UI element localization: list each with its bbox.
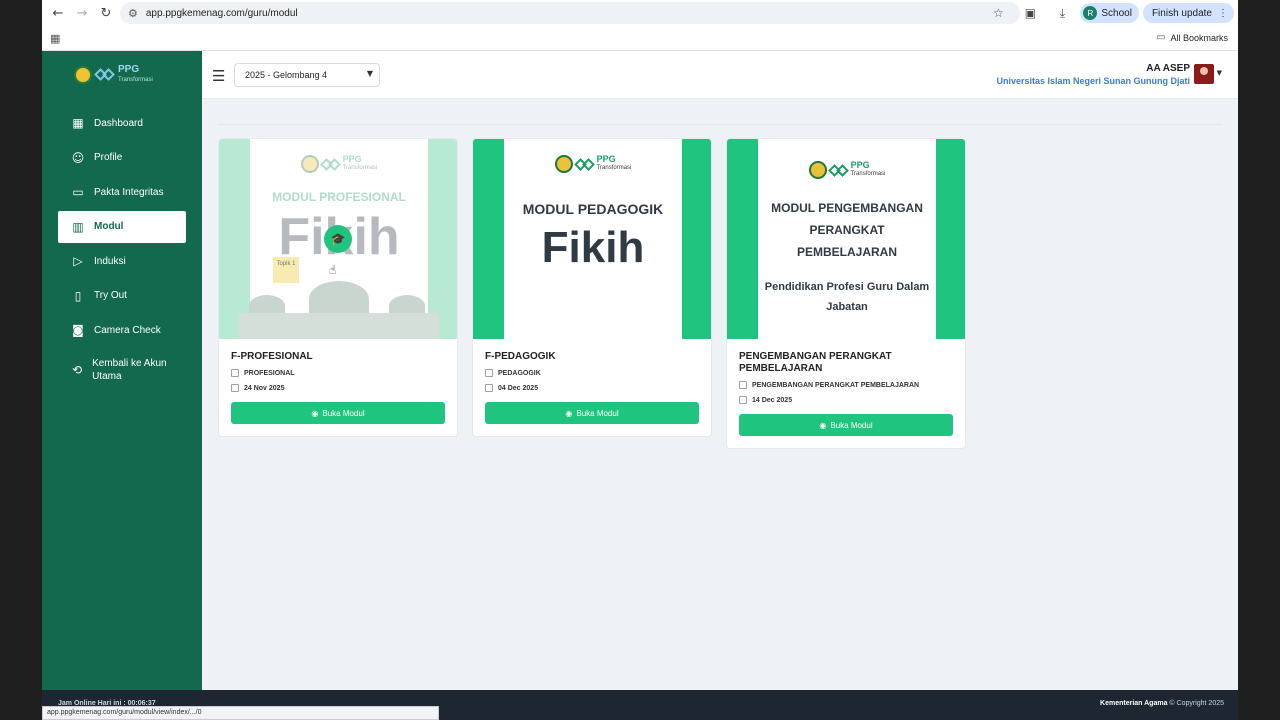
back-icon[interactable]: ← [46,1,70,25]
card-date: 14 Dec 2025 [739,396,953,404]
user-university: Universitas Islam Negeri Sunan Gunung Dj… [996,76,1190,86]
bookmarks-bar: ▦ ▭ All Bookmarks [42,26,1238,51]
cover-logo: PPG Transformasi [808,161,885,179]
finish-update-button[interactable]: Finish update ⋮ [1142,3,1234,23]
cover-logo: PPG Transformasi [554,155,631,173]
graduation-cap-icon: 🎓 [324,225,352,253]
logo-text: PPG Transformasi [118,64,153,84]
module-cover-pengembangan[interactable]: PPG Transformasi MODUL PENGEMBANGAN PERAN… [727,139,965,339]
sidebar-menu: ▦ Dashboard ☺ Profile ▭ Pakta Integritas… [58,107,186,393]
book-icon: ▥ [72,219,84,234]
calendar-icon [231,384,239,392]
calendar-icon [485,384,493,392]
profile-avatar: R [1083,6,1098,20]
caret-down-icon[interactable]: ▼ [1217,69,1222,77]
content-divider [218,124,1222,125]
eye-icon: ◉ [819,420,827,430]
cover-subtitle: Pendidikan Profesi Guru Dalam Jabatan [764,281,930,313]
module-cover-profesional[interactable]: PPGTransformasi MODUL PROFESIONAL Fikih … [219,139,457,339]
checkbox-icon [485,369,493,377]
address-bar[interactable]: ⚙ app.ppgkemenag.com/guru/modul [120,2,1020,24]
kemenag-emblem-icon [74,66,92,84]
card-title: F-PROFESIONAL [231,351,313,362]
user-avatar[interactable] [1194,64,1214,84]
buka-modul-button[interactable]: ◉ Buka Modul [485,402,699,424]
cover-title: MODUL PEDAGOGIK [522,201,664,217]
sidebar-item-pakta-integritas[interactable]: ▭ Pakta Integritas [58,176,186,208]
hand-cursor-icon: ☝ [329,263,337,277]
forward-icon[interactable]: → [70,1,94,25]
calendar-icon [739,396,747,404]
period-select[interactable]: 2025 - Gelombang 4 ▼ [234,63,380,87]
card-category: PENGEMBANGAN PERANGKAT PEMBELAJARAN [739,381,953,389]
period-select-value: 2025 - Gelombang 4 [245,70,328,80]
apps-grid-icon[interactable]: ▦ [50,32,60,45]
profile-label: School [1101,7,1132,19]
bookmark-star-icon[interactable]: ☆ [984,2,1012,24]
video-play-icon: ▷ [73,254,83,268]
browser-toolbar: ← → ↻ ⚙ app.ppgkemenag.com/guru/modul ☆ … [42,0,1238,26]
url-text: app.ppgkemenag.com/guru/modul [145,7,298,19]
top-header: ☰ 2025 - Gelombang 4 ▼ AA ASEP Universit… [202,51,1238,99]
folder-icon: ▭ [1156,32,1166,43]
eye-icon: ◉ [311,408,319,418]
user-icon: ☺ [71,150,85,165]
cover-logo: PPG Transformasi [300,155,377,173]
cover-title: MODUL PROFESIONAL [272,190,406,204]
sidebar-item-camera-check[interactable]: ◙ Camera Check [58,314,186,346]
document-icon: ▭ [72,185,84,199]
profile-button[interactable]: R School [1080,3,1139,23]
hamburger-menu-icon[interactable]: ☰ [212,67,225,85]
camera-icon: ◙ [72,323,84,337]
card-title: F-PEDAGOGIK [485,351,556,362]
buka-modul-button[interactable]: ◉ Buka Modul [739,414,953,436]
card-category: PROFESIONAL [231,369,445,377]
sidebar-item-induksi[interactable]: ▷ Induksi [58,245,186,277]
topic-tag: Topik 1 [273,257,299,283]
sidebar-item-kembali[interactable]: ⟲ Kembali ke Akun Utama [58,349,186,391]
download-icon[interactable]: ⤓ [1048,2,1076,24]
user-name: AA ASEP [1146,63,1190,74]
app-frame: ← → ↻ ⚙ app.ppgkemenag.com/guru/modul ☆ … [42,0,1238,720]
card-category: PEDAGOGIK [485,369,699,377]
ppg-logo[interactable]: PPG Transformasi [74,65,153,85]
finish-update-label: Finish update [1151,7,1212,19]
module-cover-pedagogik[interactable]: PPG Transformasi MODUL PEDAGOGIK Fikih [473,139,711,339]
card-date: 24 Nov 2025 [231,384,445,392]
checkbox-icon [739,381,747,389]
reload-icon[interactable]: ↻ [94,1,118,25]
all-bookmarks-label: All Bookmarks [1170,32,1228,43]
module-card-pedagogik: PPG Transformasi MODUL PEDAGOGIK Fikih F-… [472,138,712,437]
extensions-icon[interactable]: ▣ [1016,2,1044,24]
buka-modul-button[interactable]: ◉ Buka Modul [231,402,445,424]
browser-actions: ☆ ▣ ⤓ R School Finish update ⋮ [984,0,1238,26]
status-bar-url: app.ppgkemenag.com/guru/modul/view/index… [42,706,439,720]
user-info[interactable]: AA ASEP Universitas Islam Negeri Sunan G… [996,63,1190,86]
sidebar-item-try-out[interactable]: ▯ Try Out [58,280,186,312]
ppg-diamond-icon [94,68,115,82]
cover-title: MODUL PENGEMBANGAN PERANGKAT PEMBELAJARA… [771,201,923,259]
sidebar: PPG Transformasi ▦ Dashboard ☺ Profile ▭… [42,51,202,690]
module-card-profesional: PPGTransformasi MODUL PROFESIONAL Fikih … [218,138,458,437]
checkbox-icon [231,369,239,377]
all-bookmarks-button[interactable]: ▭ All Bookmarks [1156,32,1228,43]
dashboard-grid-icon: ▦ [72,116,84,130]
sidebar-item-modul[interactable]: ▥ Modul [58,210,186,243]
sidebar-item-profile[interactable]: ☺ Profile [58,142,186,174]
site-info-icon[interactable]: ⚙ [128,7,138,20]
switch-account-icon: ⟲ [72,362,83,377]
sidebar-item-dashboard[interactable]: ▦ Dashboard [58,107,186,139]
module-card-pengembangan: PPG Transformasi MODUL PENGEMBANGAN PERAN… [726,138,966,449]
clipboard-icon: ▯ [74,288,82,303]
chevron-down-icon: ▼ [366,69,373,78]
eye-icon: ◉ [565,408,573,418]
more-menu-icon: ⋮ [1218,7,1228,19]
footer-copyright: Kementerian Agama © Copyright 2025 [1100,700,1224,707]
card-date: 04 Dec 2025 [485,384,699,392]
card-title: PENGEMBANGAN PERANGKAT PEMBELAJARAN [739,351,892,374]
cover-subject: Fikih [541,223,645,272]
